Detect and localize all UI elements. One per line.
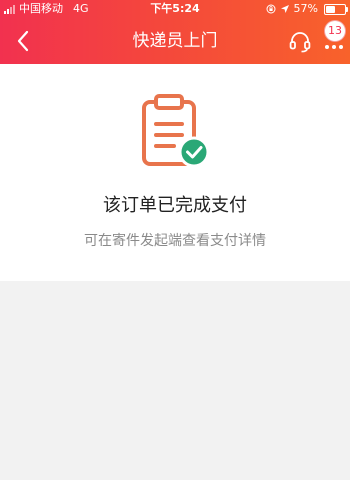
status-bar-right: 57%: [266, 0, 348, 18]
clipboard-check-icon: [142, 94, 210, 168]
battery-percent: 57%: [293, 2, 318, 15]
battery-fill: [326, 5, 335, 13]
notification-badge[interactable]: 13: [325, 21, 345, 41]
location-icon: [280, 5, 289, 13]
status-title: 该订单已完成支付: [103, 195, 247, 216]
battery-icon: [324, 3, 348, 15]
headset-icon: [289, 32, 311, 53]
app-header: 中国移动 4G 下午5:24 57% 快递员上门 13: [0, 0, 350, 64]
payment-status-card: 该订单已完成支付 可在寄件发起端查看支付详情: [0, 64, 350, 281]
nav-bar: 快递员上门: [0, 18, 350, 64]
status-description: 可在寄件发起端查看支付详情: [84, 233, 266, 249]
status-bar: 中国移动 4G 下午5:24 57%: [0, 0, 350, 18]
chevron-left-icon: [17, 30, 29, 52]
customer-service-button[interactable]: [286, 28, 314, 56]
more-dots-icon: [325, 45, 343, 49]
back-button[interactable]: [8, 26, 38, 56]
orientation-lock-icon: [266, 4, 276, 14]
